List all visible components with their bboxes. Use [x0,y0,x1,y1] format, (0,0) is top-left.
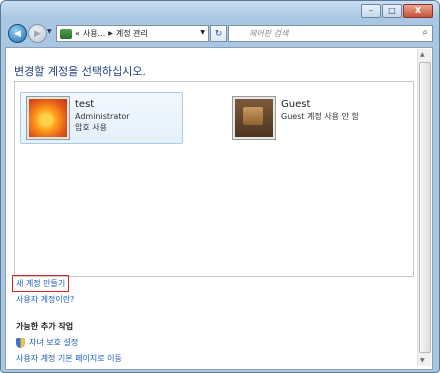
address-bar[interactable]: « 사용... ▶ 계정 관리 ▼ [56,25,209,42]
recent-pages-dropdown[interactable]: ▼ [47,28,52,35]
refresh-icon: ↻ [214,28,223,39]
shield-icon [16,337,25,348]
user-accounts-home-link[interactable]: 사용자 계정 기본 페이지로 이동 [16,353,122,364]
search-placeholder: 제어판 검색 [249,29,289,38]
breadcrumb-user-accounts[interactable]: 사용... [83,28,105,39]
control-panel-icon [60,28,72,39]
vertical-scrollbar[interactable]: ▲ ▼ [417,49,431,366]
window-controls: – □ X [361,4,433,18]
create-account-link[interactable]: 새 계정 만들기 [12,275,70,292]
account-type: Administrator [75,112,130,121]
account-status: Guest 계정 사용 안 함 [281,112,359,121]
page-heading: 변경할 계정을 선택하십시오. [14,65,146,78]
search-box[interactable]: 제어판 검색 ⌕ [228,25,433,42]
back-arrow-icon: ◀ [14,28,21,39]
search-icon[interactable]: ⌕ [422,27,428,38]
account-list-panel: test Administrator 암호 사용 Guest Guest 계정 … [14,81,414,277]
account-tile-test[interactable]: test Administrator 암호 사용 [20,92,183,144]
minimize-button[interactable]: – [361,4,381,18]
parental-controls-label: 자녀 보호 설정 [29,338,79,347]
briefcase-icon [233,97,275,139]
forward-arrow-icon: ▶ [34,28,41,39]
account-name: Guest [281,99,311,110]
what-is-account-link[interactable]: 사용자 계정이란? [16,294,74,305]
account-password-status: 암호 사용 [75,123,107,132]
parental-controls-link[interactable]: 자녀 보호 설정 [16,337,78,348]
scroll-down-icon[interactable]: ▼ [420,357,425,364]
back-button[interactable]: ◀ [8,24,27,43]
additional-tasks-title: 가능한 추가 작업 [16,322,74,331]
breadcrumb-separator-icon[interactable]: ▶ [108,30,113,37]
control-panel-window: – □ X ◀ ▶ ▼ « 사용... ▶ 계정 관리 ▼ ↻ 제어판 검색 ⌕… [0,0,440,373]
refresh-button[interactable]: ↻ [210,25,227,42]
breadcrumb-manage-accounts[interactable]: 계정 관리 [116,28,148,39]
breadcrumb-overflow[interactable]: « [75,29,80,38]
forward-button[interactable]: ▶ [28,24,47,43]
scroll-up-icon[interactable]: ▲ [420,51,425,58]
close-button[interactable]: X [403,4,433,18]
scroll-thumb[interactable] [419,62,431,353]
flower-icon [27,97,69,139]
account-tile-guest[interactable]: Guest Guest 계정 사용 안 함 [227,93,397,143]
content-area: 변경할 계정을 선택하십시오. test Administrator 암호 사용… [5,47,433,370]
address-dropdown-icon[interactable]: ▼ [200,29,205,36]
title-bar: – □ X [1,1,439,19]
maximize-button[interactable]: □ [382,4,402,18]
navigation-bar: ◀ ▶ ▼ « 사용... ▶ 계정 관리 ▼ ↻ 제어판 검색 ⌕ [1,19,439,47]
account-name: test [75,99,95,110]
